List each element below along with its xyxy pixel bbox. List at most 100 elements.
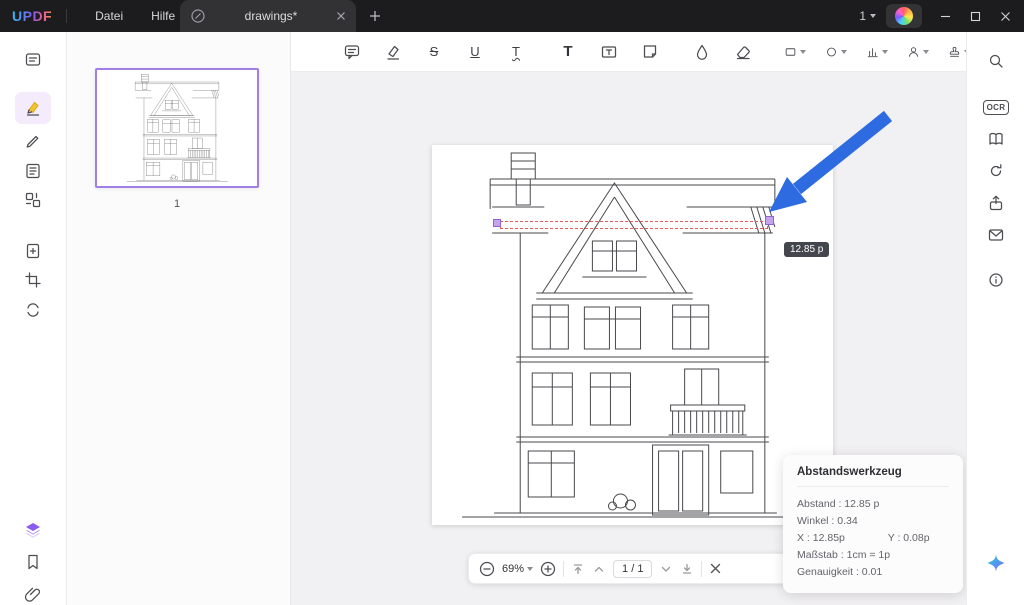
sidebar-item-bookmark[interactable]: [15, 546, 51, 578]
maximize-button[interactable]: [960, 0, 990, 32]
titlebar-divider: [66, 9, 67, 23]
distance-tool-panel: Abstandswerkzeug Abstand : 12.85 p Winke…: [783, 455, 963, 593]
form-lines-icon: [24, 162, 42, 180]
sidebar-item-comment[interactable]: [15, 92, 51, 124]
avatar: [895, 7, 913, 25]
page-indicator[interactable]: 1 / 1: [613, 560, 652, 578]
strikethrough-tool-button[interactable]: S: [420, 38, 448, 66]
tab-close-icon[interactable]: [336, 11, 346, 21]
ai-assistant-button[interactable]: [978, 547, 1014, 579]
sidebar-item-annotation-panel[interactable]: [15, 44, 51, 76]
chart-tool-button[interactable]: [863, 38, 891, 66]
page-thumbnail[interactable]: [95, 68, 259, 188]
close-zoombar-button[interactable]: [709, 562, 722, 575]
rotate-icon: [987, 162, 1005, 180]
measure-selection-box: [500, 221, 768, 229]
mail-button[interactable]: [978, 219, 1014, 251]
info-button[interactable]: [978, 264, 1014, 296]
shapes-button[interactable]: [822, 38, 850, 66]
eraser-icon: [734, 43, 752, 61]
house-elevation-drawing: [432, 145, 833, 525]
sidebar-item-convert[interactable]: [15, 294, 51, 326]
highlighter-icon: [24, 99, 42, 117]
close-icon: [1000, 11, 1011, 22]
ink-tool-button[interactable]: [688, 38, 716, 66]
chevron-down-icon: [870, 14, 876, 18]
search-icon: [987, 52, 1005, 70]
text-box-icon: [600, 43, 618, 61]
add-text-icon: T: [563, 44, 572, 59]
search-button[interactable]: [978, 45, 1014, 77]
bar-chart-icon: [866, 43, 879, 61]
account-button[interactable]: [886, 4, 922, 28]
sidebar-item-edit[interactable]: [15, 125, 51, 157]
xy-row: X : 12.85p Y : 0.08p: [797, 530, 949, 547]
divider: [797, 486, 949, 487]
rectangle-icon: [784, 43, 797, 61]
chevron-down-icon[interactable]: [923, 50, 929, 54]
updf-window: UPDF Datei Hilfe drawings* 1: [0, 0, 1024, 605]
crop-icon: [24, 271, 42, 289]
comment-toolbar: S U T T: [290, 32, 966, 72]
tab-drawings[interactable]: drawings*: [180, 0, 356, 32]
mail-icon: [987, 226, 1005, 244]
measure-handle-right[interactable]: [765, 216, 774, 225]
sticky-note-tool-button[interactable]: [636, 38, 664, 66]
annotation-panel-icon: [24, 51, 42, 69]
read-mode-button[interactable]: [978, 123, 1014, 155]
sidebar-item-layers[interactable]: [15, 514, 51, 546]
signature-tool-button[interactable]: [904, 38, 932, 66]
organize-pages-icon: [24, 191, 42, 209]
bookmark-icon: [24, 553, 42, 571]
window-count-dropdown[interactable]: 1: [849, 9, 886, 23]
angle-row: Winkel : 0.34: [797, 513, 949, 530]
ocr-button[interactable]: OCR: [978, 91, 1014, 123]
zoom-in-button[interactable]: [540, 561, 556, 577]
thumbnail-panel: 1: [66, 32, 291, 605]
updf-logo: UPDF: [12, 8, 52, 24]
zoom-out-button[interactable]: [479, 561, 495, 577]
highlighter-nib-icon: [384, 43, 402, 61]
squiggly-tool-button[interactable]: T: [502, 38, 530, 66]
sidebar-item-crop[interactable]: [15, 264, 51, 296]
sticky-note-icon: [641, 43, 659, 61]
measure-handle-left[interactable]: [493, 219, 501, 227]
minimize-button[interactable]: [930, 0, 960, 32]
comment-tool-button[interactable]: [338, 38, 366, 66]
rectangle-shape-button[interactable]: [781, 38, 809, 66]
tab-document-icon: [190, 8, 206, 24]
menu-datei[interactable]: Datei: [81, 9, 137, 23]
add-text-tool-button[interactable]: T: [554, 38, 582, 66]
share-icon: [987, 194, 1005, 212]
zoom-toolbar: 69% 1 / 1: [468, 553, 798, 584]
sidebar-item-insert-page[interactable]: [15, 235, 51, 267]
sidebar-item-fill-sign[interactable]: [15, 155, 51, 187]
last-page-button[interactable]: [680, 562, 694, 576]
distance-row: Abstand : 12.85 p: [797, 496, 949, 513]
first-page-button[interactable]: [571, 562, 585, 576]
rotate-button[interactable]: [978, 155, 1014, 187]
previous-page-button[interactable]: [592, 562, 606, 576]
close-window-button[interactable]: [990, 0, 1020, 32]
chevron-down-icon[interactable]: [841, 50, 847, 54]
ink-drop-icon: [693, 43, 711, 61]
y-value: Y : 0.08p: [888, 532, 930, 544]
eraser-tool-button[interactable]: [729, 38, 757, 66]
thumbnail-house-drawing: [116, 72, 238, 184]
highlight-tool-button[interactable]: [379, 38, 407, 66]
sidebar-item-attachment[interactable]: [15, 579, 51, 605]
text-box-tool-button[interactable]: [595, 38, 623, 66]
page-plus-icon: [24, 242, 42, 260]
minimize-icon: [940, 11, 951, 22]
next-page-button[interactable]: [659, 562, 673, 576]
new-tab-button[interactable]: [366, 7, 384, 25]
underline-icon: U: [470, 45, 479, 58]
chevron-down-icon[interactable]: [800, 50, 806, 54]
share-button[interactable]: [978, 187, 1014, 219]
underline-tool-button[interactable]: U: [461, 38, 489, 66]
chevron-down-icon[interactable]: [882, 50, 888, 54]
sidebar-item-organize-pages[interactable]: [15, 184, 51, 216]
convert-arrows-icon: [24, 301, 42, 319]
zoom-level-dropdown[interactable]: 69%: [502, 563, 533, 575]
measure-tooltip: 12.85 p: [784, 242, 829, 257]
